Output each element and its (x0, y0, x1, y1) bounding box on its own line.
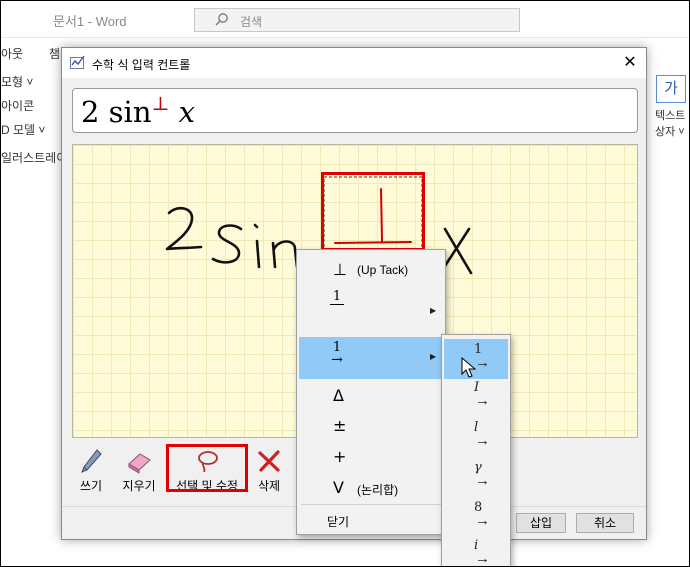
delete-x-icon (258, 450, 280, 472)
submenu-arrow: → (475, 432, 490, 449)
fraction-bar (330, 304, 344, 305)
word-titlebar: 문서1 - Word 검색 (1, 1, 689, 37)
menu-item-symbol: ± (333, 416, 347, 435)
ribbon-item-illustrations: 일러스트레이 (1, 151, 68, 165)
formula-preview[interactable]: 2 sin⊥ x (72, 88, 638, 133)
submenu-item-l-arrow[interactable]: l → (444, 417, 508, 457)
menu-item-symbol: ⊥ (333, 260, 347, 279)
submenu-arrow: → (475, 354, 490, 371)
menu-item-symbol: V (333, 478, 344, 497)
menu-item-logical-or[interactable]: V (논리합) (299, 475, 443, 501)
ink-toolbar: 쓰기 지우기 선택 및 수정 삭제 (72, 444, 312, 496)
delete-tool-label: 삭제 (257, 479, 281, 493)
text-box-label-2: 상자 ˅ (655, 126, 685, 138)
formula-preview-text: 2 sin⊥ x (81, 93, 195, 129)
mouse-cursor-icon (461, 357, 477, 378)
text-box-label: 텍스트 (655, 110, 686, 122)
stacked-symbol: 1 → (330, 341, 344, 368)
menu-item-text: (Up Tack) (357, 263, 409, 277)
search-icon (215, 13, 228, 26)
screenshot-stage: 문서1 - Word 검색 아웃 모형 ˅ 아이콘 D 모델 ˅ 일러스트레이 … (0, 0, 690, 567)
ribbon-tab-fragment[interactable]: 챔 (49, 45, 60, 62)
formula-coefficient: 2 (81, 95, 109, 129)
menu-item-close[interactable]: 닫기 (299, 509, 443, 531)
menu-item-symbol: Δ (333, 386, 344, 405)
menu-item-delta[interactable]: Δ (299, 382, 443, 408)
menu-item-plus-minus[interactable]: ± (299, 413, 443, 439)
submenu-arrow-icon: ▶ (430, 306, 437, 315)
math-input-icon (70, 55, 85, 69)
pen-icon (81, 449, 102, 473)
formula-function: sin (108, 95, 152, 129)
submenu-item-i-arrow[interactable]: i → (444, 535, 508, 567)
word-document-title: 문서1 - Word (53, 14, 127, 29)
close-icon[interactable]: ✕ (620, 53, 640, 73)
erase-tool-label: 지우기 (122, 479, 156, 493)
dialog-titlebar: 수학 식 입력 컨트롤 ✕ (62, 48, 646, 78)
ribbon-item-layout[interactable]: 아웃 (1, 45, 23, 62)
submenu-arrow: → (475, 472, 490, 489)
submenu-item-8-arrow[interactable]: 8 → (444, 497, 508, 537)
alternatives-context-menu: ⊥ (Up Tack) 1 ▶ 1 → ▶ Δ ± + V (논리합) 닫기 (296, 249, 446, 535)
write-tool-label: 쓰기 (79, 479, 103, 493)
annotation-highlight-select-tool (166, 444, 248, 492)
submenu-arrow: → (475, 512, 490, 529)
submenu-item-I-arrow[interactable]: I → (444, 377, 508, 417)
formula-variable: x (178, 95, 195, 129)
dialog-title: 수학 식 입력 컨트롤 (92, 58, 191, 72)
menu-item-up-tack[interactable]: ⊥ (Up Tack) (299, 256, 443, 282)
ribbon-item-3d-models[interactable]: D 모델 ˅ (1, 121, 45, 138)
menu-separator (301, 504, 441, 505)
ribbon-item-icons[interactable]: 아이콘 (1, 97, 34, 114)
text-box-icon[interactable]: 가 (656, 75, 686, 103)
ink-stroke-2 (165, 206, 203, 251)
menu-close-label: 닫기 (327, 515, 350, 529)
ink-stroke-i-body (255, 239, 261, 269)
ribbon-item-shapes[interactable]: 모형 ˅ (1, 73, 33, 90)
menu-item-symbol: + (333, 447, 347, 466)
menu-item-fraction[interactable]: 1 ▶ (299, 284, 443, 328)
fraction-numerator: 1 (332, 289, 342, 304)
annotation-highlight-box (321, 172, 425, 251)
formula-superscript: ⊥ (151, 93, 170, 115)
ink-stroke-x-1 (443, 227, 473, 275)
ink-stroke-i-dot (253, 223, 259, 229)
submenu-arrow-icon: ▶ (430, 352, 437, 361)
write-tool-button[interactable]: 쓰기 (72, 444, 110, 496)
stacked-arrow: → (331, 352, 343, 368)
erase-tool-button[interactable]: 지우기 (116, 444, 162, 496)
insert-button[interactable]: 삽입 (516, 513, 566, 533)
ribbon-divider (1, 37, 689, 38)
fraction-symbol: 1 (330, 290, 344, 306)
submenu-arrow: → (475, 550, 490, 567)
menu-item-text: (논리합) (357, 483, 399, 497)
submenu-arrow: → (475, 392, 490, 409)
menu-item-one-over-arrow[interactable]: 1 → ▶ (299, 337, 443, 379)
ink-stroke-s (211, 224, 243, 264)
eraser-icon (128, 453, 151, 474)
word-search-box[interactable]: 검색 (194, 8, 520, 32)
ink-stroke-n (271, 240, 299, 269)
delete-tool-button[interactable]: 삭제 (250, 444, 288, 496)
submenu-item-gamma-arrow[interactable]: γ → (444, 457, 508, 497)
menu-item-plus[interactable]: + (299, 444, 443, 470)
cancel-button[interactable]: 취소 (576, 513, 634, 533)
word-search-placeholder: 검색 (240, 15, 263, 29)
